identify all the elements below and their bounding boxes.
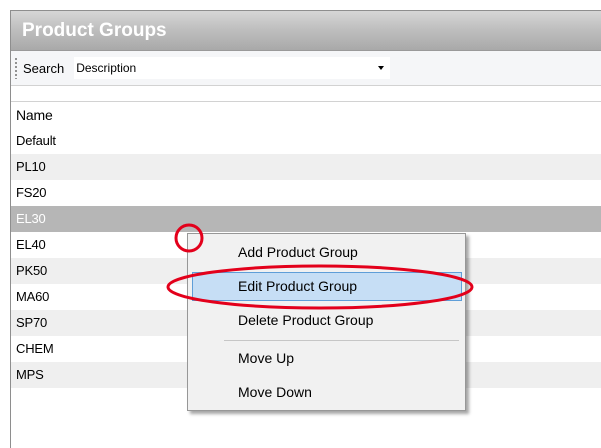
menu-item-edit-product-group[interactable]: Edit Product Group xyxy=(192,272,462,301)
panel-title: Product Groups xyxy=(11,11,601,51)
column-header-name[interactable]: Name xyxy=(11,102,601,128)
menu-item-delete-product-group[interactable]: Delete Product Group xyxy=(192,306,462,335)
toolbar-spacer xyxy=(11,86,601,102)
search-field-value: Description xyxy=(76,61,137,75)
menu-item-move-down[interactable]: Move Down xyxy=(192,378,462,407)
toolbar-grip[interactable] xyxy=(14,57,19,79)
menu-separator xyxy=(224,340,459,341)
search-field-select[interactable]: Description xyxy=(74,57,391,79)
context-menu: Add Product Group Edit Product Group Del… xyxy=(187,233,466,411)
menu-item-add-product-group[interactable]: Add Product Group xyxy=(192,238,462,267)
chevron-down-icon[interactable] xyxy=(378,66,385,70)
table-row[interactable]: FS20 xyxy=(11,180,601,206)
menu-item-move-up[interactable]: Move Up xyxy=(192,344,462,373)
table-row[interactable]: PL10 xyxy=(11,154,601,180)
search-label: Search xyxy=(23,60,65,76)
table-row[interactable]: Default xyxy=(11,128,601,154)
search-toolbar: Search Description xyxy=(11,51,601,86)
table-row-selected[interactable]: EL30 xyxy=(11,206,601,232)
